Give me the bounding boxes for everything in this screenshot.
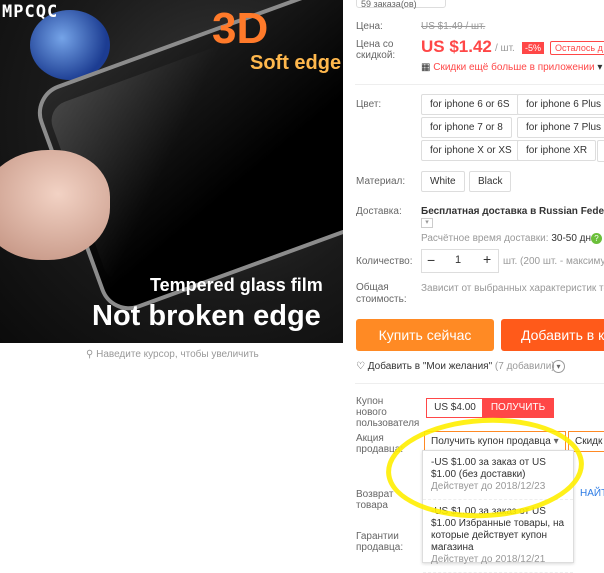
- guarantees-label: Гарантии продавца:: [356, 531, 404, 553]
- original-price: US $1.49 / шт.: [421, 21, 486, 32]
- qr-icon: ▦: [421, 62, 431, 73]
- color-option[interactable]: for iphone XR: [517, 140, 597, 161]
- image-tagline: Tempered glass film: [150, 275, 323, 295]
- delivery-estimate-label: Расчётное время доставки:: [421, 233, 549, 244]
- total-value: Зависит от выбранных характеристик тов: [421, 283, 604, 294]
- heart-icon: ♡: [356, 361, 365, 372]
- product-image[interactable]: MPCQC 3D Soft edge Tempered glass film N…: [0, 0, 343, 343]
- divider: [355, 383, 604, 384]
- coupon-expiry: Действует до 2018/12/21: [431, 554, 546, 565]
- zoom-hint: ⚲ Наведите курсор, чтобы увеличить: [86, 349, 259, 360]
- get-coupon-button[interactable]: ПОЛУЧИТЬ: [482, 398, 554, 418]
- image-slogan: Not broken edge: [92, 300, 321, 332]
- orders-count: 59 заказа(ов): [356, 0, 446, 9]
- app-promo-text: Скидки ещё больше в приложении: [433, 62, 595, 73]
- shipping-value: Бесплатная доставка в Russian Federati: [421, 206, 604, 217]
- add-to-cart-button[interactable]: Добавить в ко: [501, 319, 604, 351]
- image-headline: 3D: [212, 4, 269, 53]
- chevron-down-icon[interactable]: ▾: [421, 218, 433, 228]
- image-subheadline: Soft edge: [250, 52, 342, 74]
- wishlist-link[interactable]: ♡ Добавить в "Мои желания" (7 добавили): [356, 361, 555, 372]
- material-label: Материал:: [356, 176, 406, 187]
- material-option[interactable]: Black: [469, 171, 512, 192]
- delivery-estimate: Расчётное время доставки: 30-50 дн.: [421, 233, 594, 244]
- color-option-more[interactable]: [597, 140, 604, 162]
- delivery-estimate-value: 30-50 дн.: [551, 233, 594, 244]
- price-unit: / шт.: [495, 43, 515, 54]
- chevron-down-icon[interactable]: ▾: [552, 360, 565, 373]
- minus-button[interactable]: −: [427, 252, 435, 268]
- discount-price-label: Цена со скидкой:: [356, 39, 396, 61]
- quantity-available: шт. (200 шт. - максиму: [503, 256, 604, 267]
- returns-link[interactable]: НАЙТ: [580, 488, 604, 499]
- color-option[interactable]: for iphone 7 or 8: [421, 117, 512, 138]
- quantity-input[interactable]: 1: [455, 254, 461, 266]
- color-option[interactable]: for iphone 6 Plus: [517, 94, 604, 115]
- color-option[interactable]: for iphone 6 or 6S: [421, 94, 519, 115]
- shipping-label: Доставка:: [356, 206, 402, 217]
- zoom-hint-text: Наведите курсор, чтобы увеличить: [96, 349, 259, 360]
- material-option[interactable]: White: [421, 171, 465, 192]
- plus-button[interactable]: +: [483, 251, 491, 267]
- discount-price: US $1.42: [421, 37, 492, 56]
- quantity-label: Количество:: [356, 256, 413, 267]
- color-option[interactable]: for iphone X or XS: [421, 140, 521, 161]
- total-label: Общая стоимость:: [356, 282, 407, 305]
- app-promo-link[interactable]: ▦ Скидки ещё больше в приложении ▾: [421, 62, 602, 73]
- chevron-down-icon: ▾: [597, 62, 603, 73]
- time-remaining-badge: Осталось д: [550, 41, 604, 55]
- brand-logo: MPCQC: [2, 2, 59, 22]
- wishlist-text: Добавить в "Мои желания": [367, 361, 493, 372]
- divider: [355, 84, 604, 85]
- discount-badge: -5%: [522, 42, 545, 54]
- price-label: Цена:: [356, 21, 383, 32]
- search-icon: ⚲: [86, 349, 94, 360]
- new-user-coupon-label: Купон нового пользователя: [356, 396, 420, 429]
- coupon-amount: US $4.00: [426, 398, 484, 418]
- quantity-stepper: − 1 +: [421, 249, 499, 273]
- buy-now-button[interactable]: Купить сейчас: [356, 319, 494, 351]
- color-option[interactable]: for iphone 7 Plus: [517, 117, 604, 138]
- color-label: Цвет:: [356, 99, 382, 110]
- wishlist-count: (7 добавили): [494, 361, 555, 372]
- help-icon[interactable]: ?: [591, 233, 602, 244]
